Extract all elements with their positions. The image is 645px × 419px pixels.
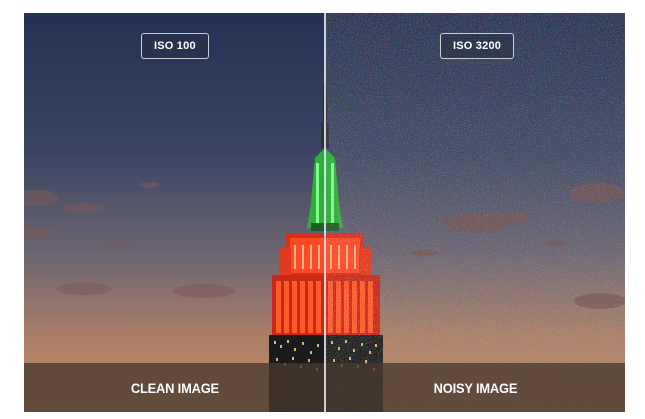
- noisy-image-panel: ISO 3200 NOISY IMAGE: [325, 13, 625, 412]
- clean-photo: [24, 13, 325, 412]
- iso-100-badge: ISO 100: [141, 33, 209, 59]
- clean-image-caption-bar: CLEAN IMAGE: [24, 363, 325, 412]
- comparison-divider-handle[interactable]: [324, 13, 326, 412]
- iso-3200-badge: ISO 3200: [440, 33, 515, 59]
- comparison-image-frame: ISO 100 CLEAN IMAGE ISO 3200 NOISY IMAGE: [24, 13, 625, 412]
- clean-image-panel: ISO 100 CLEAN IMAGE: [24, 13, 325, 412]
- noisy-image-caption-bar: NOISY IMAGE: [325, 363, 625, 412]
- noisy-image-caption: NOISY IMAGE: [433, 379, 517, 396]
- clean-image-caption: CLEAN IMAGE: [130, 379, 219, 396]
- iso-100-label: ISO 100: [154, 40, 196, 52]
- noisy-photo: [325, 13, 625, 412]
- iso-3200-label: ISO 3200: [453, 40, 502, 52]
